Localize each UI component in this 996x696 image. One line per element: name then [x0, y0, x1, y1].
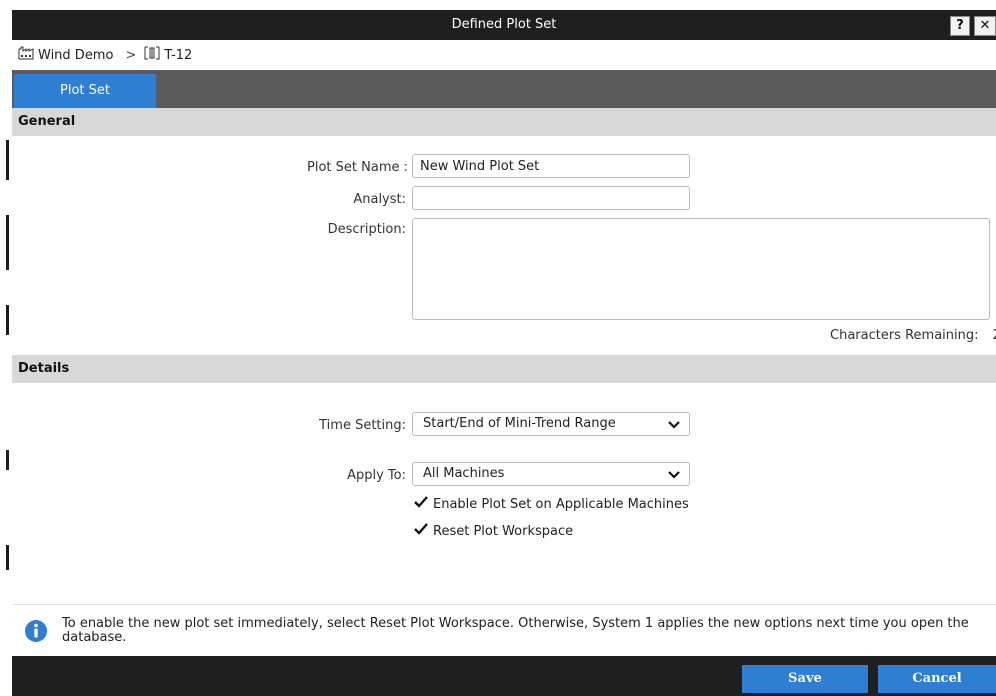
apply-to-select[interactable]: All Machines [412, 462, 690, 486]
characters-remaining-label: Characters Remaining: [830, 328, 979, 343]
save-button[interactable]: Save [742, 665, 868, 693]
tab-bar: Plot Set [12, 70, 996, 108]
description-textarea[interactable] [412, 218, 990, 320]
left-edge-mark [6, 450, 9, 470]
close-button[interactable]: ✕ [974, 16, 996, 36]
checkmark-icon [414, 495, 428, 513]
dialog-title: Defined Plot Set [451, 17, 557, 32]
breadcrumb-label: Wind Demo [38, 47, 114, 63]
breadcrumb-label: T-12 [164, 47, 193, 63]
info-icon [24, 619, 48, 647]
chevron-down-icon [667, 467, 681, 489]
breadcrumb-item-wind-demo[interactable]: Wind Demo [18, 46, 113, 64]
analyst-label: Analyst: [353, 192, 406, 207]
time-setting-label: Time Setting: [319, 418, 406, 433]
details-section-header: Details [12, 355, 996, 383]
dialog-footer: Save Cancel [12, 656, 996, 696]
help-button[interactable]: ? [950, 16, 970, 36]
apply-to-label: Apply To: [347, 468, 406, 483]
reset-plot-workspace-label: Reset Plot Workspace [433, 523, 574, 539]
cancel-button[interactable]: Cancel [878, 665, 996, 693]
breadcrumb: Wind Demo > T-12 [12, 40, 996, 70]
characters-remaining-count: 2000 [993, 328, 996, 343]
info-text: To enable the new plot set immediately, … [62, 616, 969, 645]
enable-plot-set-checkbox[interactable]: Enable Plot Set on Applicable Machines [414, 495, 689, 513]
tab-plot-set[interactable]: Plot Set [14, 74, 156, 108]
left-edge-mark [6, 140, 9, 180]
characters-remaining: Characters Remaining: 2000 [830, 328, 996, 343]
enable-plot-set-label: Enable Plot Set on Applicable Machines [433, 496, 689, 512]
plot-set-name-label: Plot Set Name : [307, 160, 408, 175]
left-edge-mark [6, 305, 9, 335]
breadcrumb-item-t12[interactable]: T-12 [144, 46, 192, 64]
breadcrumb-separator: > [125, 47, 137, 63]
title-bar: Defined Plot Set ? ✕ [12, 10, 996, 40]
general-section-header: General [12, 108, 996, 136]
description-label: Description: [327, 222, 406, 237]
time-setting-value: Start/End of Mini-Trend Range [423, 416, 616, 431]
defined-plot-set-dialog: Defined Plot Set ? ✕ Wind Demo > T-12 Pl… [12, 0, 996, 696]
machine-icon [144, 46, 160, 64]
apply-to-value: All Machines [423, 466, 505, 481]
reset-plot-workspace-checkbox[interactable]: Reset Plot Workspace [414, 522, 573, 540]
analyst-input[interactable] [412, 186, 690, 210]
info-message: To enable the new plot set immediately, … [12, 604, 996, 656]
left-edge-mark [6, 215, 9, 270]
chevron-down-icon [667, 417, 681, 439]
left-edge-strip [0, 0, 12, 696]
plot-set-name-input[interactable] [412, 154, 690, 178]
left-edge-mark [6, 545, 9, 570]
time-setting-select[interactable]: Start/End of Mini-Trend Range [412, 412, 690, 436]
factory-icon [18, 46, 34, 64]
checkmark-icon [414, 522, 428, 540]
